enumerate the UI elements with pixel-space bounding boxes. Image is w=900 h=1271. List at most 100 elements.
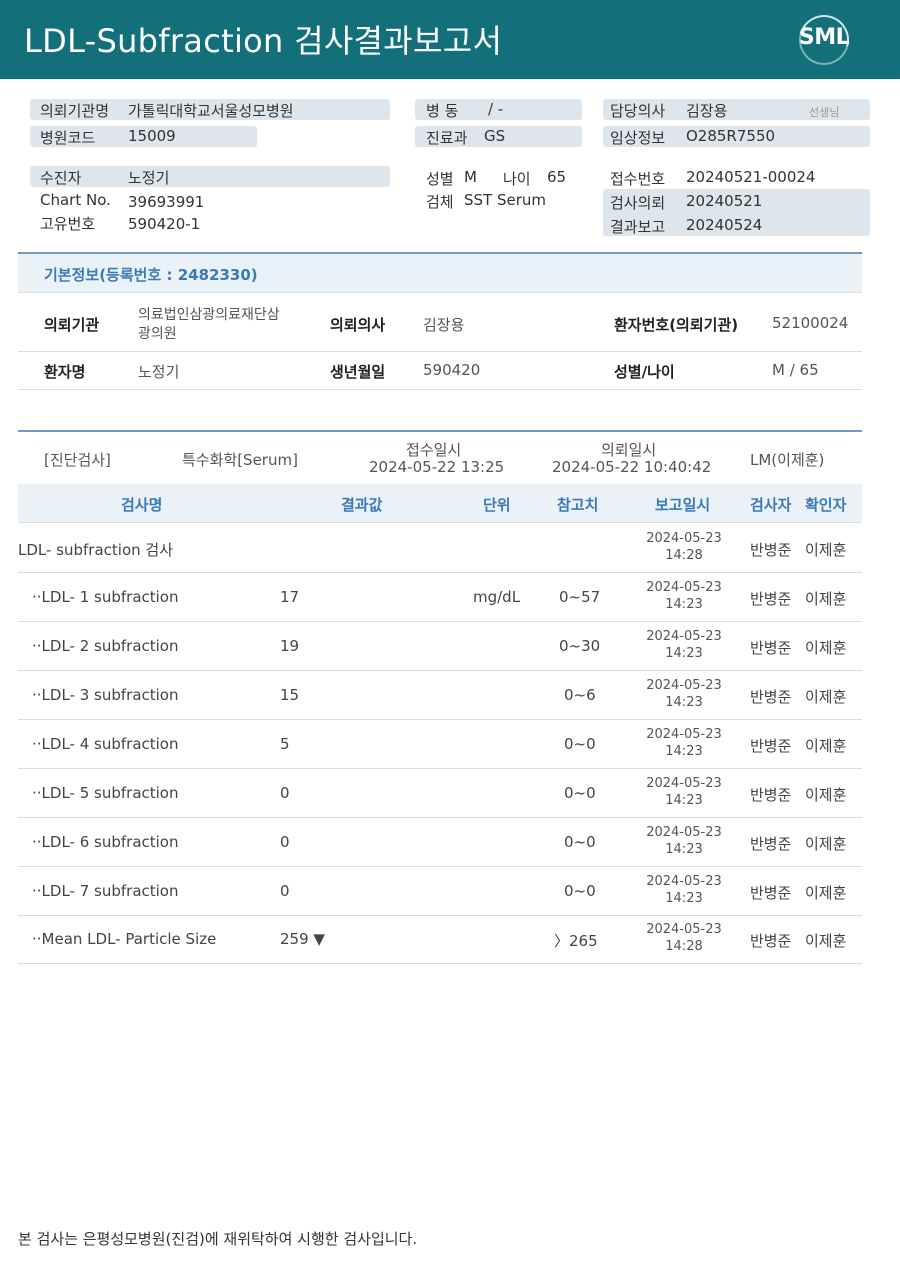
table-row: ··LDL- 4 subfraction 5 0~0 2024-05-23 14… <box>18 720 862 769</box>
row-name: ··LDL- 3 subfraction <box>32 686 179 704</box>
row-confirmer: 이제훈 <box>805 884 847 902</box>
sex-label: 성별 <box>426 170 454 188</box>
row-time: 14:23 <box>665 793 703 808</box>
patient-name-label: 환자명 <box>44 363 86 381</box>
request-dt-value: 2024-05-22 10:40:42 <box>552 458 712 476</box>
row-result: 5 <box>280 735 290 753</box>
col-ref: 참고치 <box>557 496 599 514</box>
patient-label: 수진자 <box>40 169 82 187</box>
row-confirmer: 이제훈 <box>805 639 847 657</box>
table-row: ··LDL- 6 subfraction 0 0~0 2024-05-23 14… <box>18 818 862 867</box>
row-date: 2024-05-23 <box>646 531 722 546</box>
col-confirmer: 확인자 <box>805 496 847 514</box>
age-value: 65 <box>547 168 567 186</box>
row-tester: 반병준 <box>750 737 792 755</box>
row-ref: 0~30 <box>559 637 601 655</box>
receipt-dt-value: 2024-05-22 13:25 <box>369 458 505 476</box>
row-time: 14:23 <box>665 646 703 661</box>
row-date: 2024-05-23 <box>646 776 722 791</box>
row-ref: 0~0 <box>564 784 596 802</box>
hospital-code-label: 병원코드 <box>40 129 96 147</box>
row-name: ··LDL- 6 subfraction <box>32 833 179 851</box>
row-tester: 반병준 <box>750 688 792 706</box>
row-tester: 반병준 <box>750 835 792 853</box>
row-name: ··LDL- 1 subfraction <box>32 588 179 606</box>
row-confirmer: 이제훈 <box>805 541 847 559</box>
req-institution-label: 의뢰기관명 <box>40 102 110 120</box>
basic-info-header: 기본정보(등록번호 : 2482330) <box>18 252 862 293</box>
report-title: LDL-Subfraction 검사결과보고서 <box>24 22 503 60</box>
age-label: 나이 <box>503 170 531 188</box>
row-date: 2024-05-23 <box>646 629 722 644</box>
row-date: 2024-05-23 <box>646 922 722 937</box>
row-result: 0 <box>280 784 290 802</box>
row-tester: 반병준 <box>750 639 792 657</box>
table-row: ··LDL- 5 subfraction 0 0~0 2024-05-23 14… <box>18 769 862 818</box>
basic-info-title: 기본정보(등록번호 : 2482330) <box>44 266 258 284</box>
row-ref: 0~0 <box>564 735 596 753</box>
chart-value: 39693991 <box>128 193 205 211</box>
row-name: ··LDL- 2 subfraction <box>32 637 179 655</box>
inst-label: 의뢰기관 <box>44 316 100 334</box>
sml-logo-icon: SML <box>789 5 859 75</box>
row-result: 0 <box>280 882 290 900</box>
patient-no-value: 52100024 <box>772 314 849 332</box>
req-doctor-value: 김장용 <box>423 316 465 334</box>
col-report: 보고일시 <box>655 496 711 514</box>
dept-value: GS <box>484 127 506 145</box>
result-report-label: 결과보고 <box>610 218 666 236</box>
patient-value: 노정기 <box>128 169 170 187</box>
row-tester: 반병준 <box>750 541 792 559</box>
ward-value: / - <box>488 100 504 118</box>
doctor-label: 담당의사 <box>610 102 666 120</box>
sexage-label: 성별/나이 <box>614 363 675 381</box>
row-unit: mg/dL <box>473 588 521 606</box>
inst-value-line1: 의료법인삼광의료재단삼 <box>138 307 280 323</box>
row-time: 14:23 <box>665 744 703 759</box>
row-confirmer: 이제훈 <box>805 737 847 755</box>
row-time: 14:23 <box>665 891 703 906</box>
hospital-code-value: 15009 <box>128 127 176 145</box>
birth-label: 생년월일 <box>330 363 386 381</box>
clinical-value: O285R7550 <box>686 127 776 145</box>
row-date: 2024-05-23 <box>646 727 722 742</box>
request-dt-label: 의뢰일시 <box>601 441 657 459</box>
row-result: 17 <box>280 588 300 606</box>
sexage-value: M / 65 <box>772 361 819 379</box>
inst-value-line2: 광의원 <box>138 326 177 342</box>
col-unit: 단위 <box>483 496 511 514</box>
row-date: 2024-05-23 <box>646 580 722 595</box>
footer-note: 본 검사는 은평성모병원(진검)에 재위탁하여 시행한 검사입니다. <box>18 1230 418 1248</box>
row-name: ··Mean LDL- Particle Size <box>32 930 217 948</box>
exam-req-value: 20240521 <box>686 192 763 210</box>
row-confirmer: 이제훈 <box>805 590 847 608</box>
row-result: 0 <box>280 833 290 851</box>
row-ref: 0~0 <box>564 882 596 900</box>
logo-text: SML <box>798 25 850 50</box>
exam-type: 특수화학[Serum] <box>182 451 298 469</box>
row-time: 14:23 <box>665 597 703 612</box>
result-report-value: 20240524 <box>686 216 763 234</box>
col-name: 검사명 <box>121 496 163 514</box>
receipt-label: 접수번호 <box>610 170 666 188</box>
col-tester: 검사자 <box>750 496 792 514</box>
clinical-label: 임상정보 <box>610 129 666 147</box>
exam-category: [진단검사] <box>44 451 111 469</box>
table-row: ··LDL- 2 subfraction 19 0~30 2024-05-23 … <box>18 622 862 671</box>
row-ref: 0~0 <box>564 833 596 851</box>
row-time: 14:28 <box>665 548 703 563</box>
uid-label: 고유번호 <box>40 215 96 233</box>
specimen-value: SST Serum <box>464 191 547 209</box>
row-result: 19 <box>280 637 300 655</box>
row-confirmer: 이제훈 <box>805 932 847 950</box>
req-doctor-label: 의뢰의사 <box>330 316 386 334</box>
row-date: 2024-05-23 <box>646 874 722 889</box>
sex-value: M <box>464 168 477 186</box>
row-confirmer: 이제훈 <box>805 688 847 706</box>
row-name: ··LDL- 5 subfraction <box>32 784 179 802</box>
lab-value: LM(이제훈) <box>750 451 825 469</box>
row-name: ··LDL- 7 subfraction <box>32 882 179 900</box>
doctor-suffix: 선생님 <box>809 106 840 119</box>
table-row: LDL- subfraction 검사 2024-05-23 14:28 반병준… <box>18 524 862 573</box>
row-date: 2024-05-23 <box>646 825 722 840</box>
